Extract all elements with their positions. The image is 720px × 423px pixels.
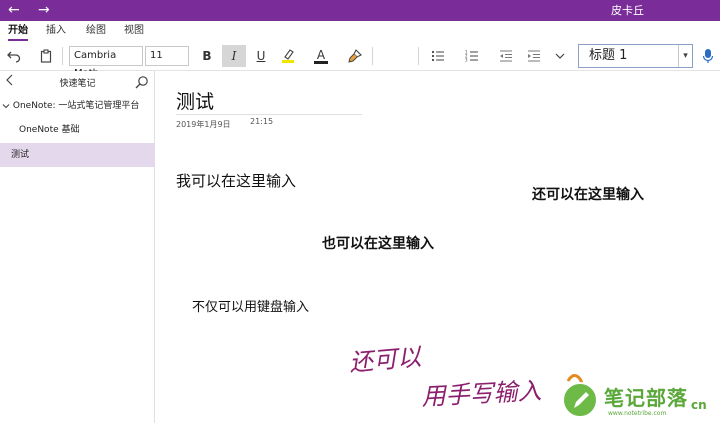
- microphone-icon: [702, 49, 714, 63]
- font-color-button[interactable]: A: [310, 45, 332, 67]
- note-text[interactable]: 我可以在这里输入: [176, 170, 296, 191]
- font-color-swatch: [314, 60, 328, 64]
- outdent-icon: [500, 50, 512, 62]
- section-item[interactable]: OneNote 基础: [0, 123, 155, 139]
- more-options-button[interactable]: [552, 45, 568, 67]
- tab-insert[interactable]: 插入: [46, 24, 66, 38]
- handwriting-line: 用手写输入: [421, 377, 542, 411]
- divider: [372, 47, 373, 65]
- undo-icon: [7, 51, 21, 63]
- navigation-pane: 快速笔记 OneNote: 一站式笔记管理平台 OneNote 基础 测试: [0, 71, 155, 423]
- watermark-url: www.notetribe.com: [608, 410, 667, 417]
- note-text[interactable]: 不仅可以用键盘输入: [192, 296, 309, 315]
- chevron-down-icon: [2, 103, 10, 108]
- watermark-logo: [562, 382, 598, 418]
- note-text[interactable]: 也可以在这里输入: [322, 233, 434, 253]
- undo-button[interactable]: [4, 45, 24, 67]
- divider: [62, 47, 63, 65]
- search-icon: [135, 76, 148, 89]
- title-bar: ← → 皮卡丘: [0, 0, 720, 21]
- font-color-glyph: A: [316, 47, 326, 62]
- font-size-field[interactable]: 11: [145, 46, 189, 66]
- chevron-down-icon: [555, 53, 565, 59]
- page-time: 21:15: [250, 117, 274, 126]
- tab-view[interactable]: 视图: [124, 24, 144, 38]
- increase-indent-button[interactable]: [524, 45, 544, 67]
- bullet-list-button[interactable]: [428, 45, 448, 67]
- notebook-item[interactable]: OneNote: 一站式笔记管理平台: [0, 99, 155, 115]
- tab-home[interactable]: 开始: [8, 24, 28, 41]
- highlighter-icon: [282, 49, 294, 63]
- brush-icon: [348, 49, 362, 63]
- italic-button[interactable]: I: [222, 45, 246, 67]
- notebook-label: OneNote: 一站式笔记管理平台: [12, 101, 140, 111]
- watermark-suffix: cn: [691, 398, 707, 412]
- dictate-button[interactable]: [700, 45, 716, 67]
- note-text[interactable]: 还可以在这里输入: [532, 184, 644, 204]
- bold-button[interactable]: B: [196, 45, 218, 67]
- page-item-selected[interactable]: 测试: [0, 143, 155, 167]
- ribbon-tabs: 开始 插入 绘图 视图: [0, 21, 720, 41]
- search-button[interactable]: [135, 74, 149, 89]
- tab-draw[interactable]: 绘图: [86, 24, 106, 38]
- highlight-button[interactable]: [277, 45, 299, 67]
- svg-text:3: 3: [465, 58, 468, 63]
- clipboard-icon: [40, 49, 52, 63]
- toolbar: Cambria Math 11 B I U A 123 标题 1 ▾: [0, 41, 720, 79]
- clear-format-button[interactable]: [344, 45, 366, 67]
- decrease-indent-button[interactable]: [496, 45, 516, 67]
- watermark: 笔记部落 cn www.notetribe.com: [558, 378, 720, 423]
- handwriting-line: 还可以: [348, 343, 423, 377]
- title-underline: [176, 114, 362, 115]
- back-button[interactable]: ←: [8, 1, 20, 19]
- forward-button[interactable]: →: [38, 1, 50, 19]
- watermark-text: 笔记部落: [604, 386, 688, 410]
- divider: [418, 47, 419, 65]
- numbered-list-icon: 123: [465, 50, 478, 63]
- paste-button[interactable]: [36, 45, 56, 67]
- underline-button[interactable]: U: [250, 45, 272, 67]
- page-title[interactable]: 测试: [176, 87, 214, 114]
- bullet-list-icon: [431, 50, 444, 62]
- nav-header: 快速笔记: [0, 71, 155, 95]
- font-name-field[interactable]: Cambria Math: [69, 46, 143, 79]
- user-name[interactable]: 皮卡丘: [611, 3, 644, 18]
- style-select-value: 标题 1: [589, 48, 628, 63]
- numbered-list-button[interactable]: 123: [462, 45, 482, 67]
- style-dropdown-arrow[interactable]: ▾: [678, 45, 692, 67]
- nav-header-title: 快速笔记: [59, 79, 96, 89]
- pen-icon: [574, 392, 589, 408]
- page-date: 2019年1月9日: [176, 120, 231, 129]
- style-select[interactable]: 标题 1 ▾: [578, 44, 693, 68]
- indent-icon: [528, 50, 540, 62]
- note-canvas[interactable]: 测试 2019年1月9日 21:15 我可以在这里输入 还可以在这里输入 也可以…: [156, 71, 720, 423]
